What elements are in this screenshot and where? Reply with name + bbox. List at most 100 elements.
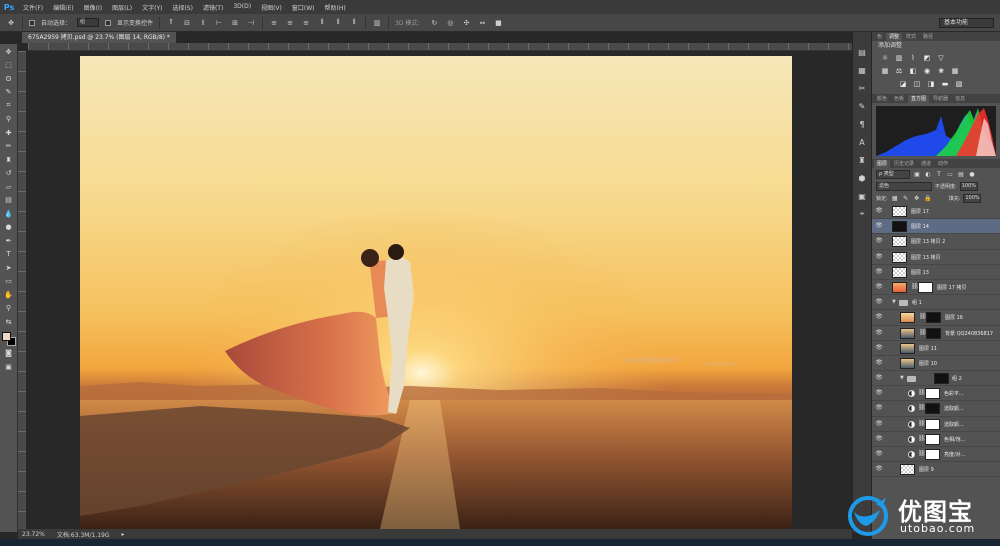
horizontal-ruler[interactable] (28, 43, 852, 51)
blur-tool-icon[interactable]: 💧 (3, 208, 15, 220)
history-icon[interactable]: ▤ (856, 46, 868, 58)
panel-tab[interactable]: 色 (874, 33, 885, 41)
3d-icon[interactable]: ⬢ (856, 172, 868, 184)
visibility-eye-icon[interactable]: 👁 (875, 465, 883, 473)
lock-image-icon[interactable]: ✎ (902, 194, 910, 202)
layer-thumbnail[interactable] (900, 312, 915, 324)
layer-row[interactable]: 👁 ⛓ 亮度/对... (872, 447, 1000, 463)
group-expand-icon[interactable]: ▼ (892, 299, 896, 305)
chain-link-icon[interactable]: ⛓ (919, 329, 927, 337)
eraser-tool-icon[interactable]: ▱ (3, 181, 15, 193)
layer-row[interactable]: 👁 图层 13 拷贝 2 (872, 234, 1000, 250)
vibrance-icon[interactable]: ▽ (936, 53, 946, 62)
visibility-eye-icon[interactable]: 👁 (875, 435, 883, 443)
layer-row[interactable]: 👁 ⛓ 色相/饱... (872, 432, 1000, 447)
auto-select-checkbox[interactable] (29, 19, 35, 26)
panel-tab[interactable]: 动作 (935, 160, 951, 168)
fill-input[interactable]: 100% (963, 193, 982, 203)
paragraph-icon[interactable]: ¶ (856, 118, 868, 130)
swap-colors-icon[interactable]: ⇆ (3, 316, 15, 328)
lock-all-icon[interactable]: 🔒 (924, 194, 932, 202)
chain-link-icon[interactable]: ⛓ (918, 404, 926, 412)
chain-link-icon[interactable]: ⛓ (918, 420, 926, 428)
distribute-left-icon[interactable]: ⦀ (317, 18, 327, 28)
visibility-eye-icon[interactable]: 👁 (875, 359, 883, 367)
panel-tab[interactable]: 信息 (952, 95, 968, 103)
layer-row[interactable]: 👁 ⛓ 图层 17 拷贝 (872, 280, 1000, 296)
layer-thumbnail[interactable] (892, 251, 907, 263)
layer-row[interactable]: 👁 图层 13 (872, 265, 1000, 280)
layer-row[interactable]: 👁 图层 14 (872, 219, 1000, 235)
filter-adjust-icon[interactable]: ◐ (924, 170, 932, 178)
visibility-eye-icon[interactable]: 👁 (875, 207, 883, 215)
menu-item[interactable]: 帮助(H) (320, 3, 351, 12)
properties-icon[interactable]: ▦ (856, 64, 868, 76)
layer-thumbnail[interactable] (892, 266, 907, 278)
layer-mask-thumbnail[interactable] (926, 312, 941, 324)
layer-mask-thumbnail[interactable] (925, 403, 940, 415)
status-menu-arrow-icon[interactable]: ▸ (121, 531, 124, 538)
layer-row[interactable]: 👁 ⛓ 图层 16 (872, 310, 1000, 326)
layer-mask-thumbnail[interactable] (925, 433, 940, 445)
threshold-icon[interactable]: ◨ (926, 79, 936, 88)
menu-item[interactable]: 图像(I) (79, 3, 107, 12)
panel-tab[interactable]: 图层 (874, 160, 891, 168)
visibility-eye-icon[interactable]: 👁 (875, 389, 883, 397)
layer-row[interactable]: 👁 图层 10 (872, 356, 1000, 372)
visibility-eye-icon[interactable]: 👁 (875, 313, 883, 321)
layer-thumbnail[interactable] (892, 236, 907, 248)
filter-pixel-icon[interactable]: ▣ (913, 170, 921, 178)
tools-preset-icon[interactable]: ✂ (856, 82, 868, 94)
hue-saturation-icon[interactable]: ▦ (880, 66, 890, 75)
visibility-eye-icon[interactable]: 👁 (875, 298, 883, 306)
quick-select-tool-icon[interactable]: ✎ (3, 87, 15, 99)
align-right-icon[interactable]: ⊣ (246, 18, 256, 28)
visibility-eye-icon[interactable]: 👁 (875, 420, 883, 428)
visibility-eye-icon[interactable]: 👁 (875, 237, 883, 245)
lasso-tool-icon[interactable]: ʘ (3, 73, 15, 85)
visibility-eye-icon[interactable]: 👁 (875, 222, 883, 230)
filter-shape-icon[interactable]: ▭ (946, 170, 954, 178)
panel-tab[interactable]: 调整 (886, 33, 903, 41)
photo-filter-icon[interactable]: ◉ (922, 66, 932, 75)
auto-align-icon[interactable]: ▥ (372, 18, 382, 28)
menu-item[interactable]: 视图(V) (256, 3, 287, 12)
align-middle-icon[interactable]: ⊟ (182, 18, 192, 28)
screen-mode-icon[interactable]: ▣ (3, 361, 15, 373)
layer-row[interactable]: 👁 ▼ 组 1 (872, 295, 1000, 311)
dodge-tool-icon[interactable]: ● (3, 222, 15, 234)
layer-thumbnail[interactable] (892, 221, 907, 233)
layer-row[interactable]: 👁 ⛓ 选取颜... (872, 401, 1000, 417)
group-expand-icon[interactable]: ▼ (900, 375, 904, 381)
lock-transparent-icon[interactable]: ▦ (891, 194, 899, 202)
layer-mask-thumbnail[interactable] (925, 449, 940, 460)
distribute-top-icon[interactable]: ≡ (269, 18, 279, 28)
layer-thumbnail[interactable] (900, 464, 915, 476)
brightness-icon[interactable]: ☼ (880, 53, 890, 62)
3d-roll-icon[interactable]: ◎ (445, 18, 455, 28)
menu-item[interactable]: 编辑(E) (48, 3, 78, 12)
visibility-eye-icon[interactable]: 👁 (875, 253, 883, 261)
visibility-eye-icon[interactable]: 👁 (875, 450, 883, 458)
color-swatches[interactable] (1, 331, 16, 346)
menu-item[interactable]: 图层(L) (107, 3, 137, 12)
align-bottom-icon[interactable]: ⫫ (198, 18, 208, 28)
3d-scale-icon[interactable]: ■ (493, 18, 503, 28)
clone-source-icon[interactable]: ♜ (856, 154, 868, 166)
panel-tab[interactable]: 直方图 (908, 95, 930, 103)
distribute-middle-icon[interactable]: ≡ (285, 18, 295, 28)
posterize-icon[interactable]: ◫ (912, 79, 922, 88)
chain-link-icon[interactable]: ⛓ (918, 389, 926, 397)
align-top-icon[interactable]: ⫪ (166, 18, 176, 28)
filter-type-icon[interactable]: T (935, 170, 943, 178)
distribute-center-icon[interactable]: ⦀ (333, 18, 343, 28)
document-tab[interactable]: 675A2959 拷贝.psd @ 23.7% (图层 14, RGB/8) * (22, 32, 176, 43)
panel-tab[interactable]: 样式 (903, 33, 919, 41)
quick-mask-icon[interactable]: ◙ (3, 348, 15, 360)
brush-icon[interactable]: ✎ (856, 100, 868, 112)
canvas-photo[interactable] (80, 56, 792, 529)
3d-slide-icon[interactable]: ⇔ (477, 18, 487, 28)
align-left-icon[interactable]: ⊢ (214, 18, 224, 28)
chain-link-icon[interactable]: ⛓ (911, 283, 919, 291)
hand-tool-icon[interactable]: ✋ (3, 289, 15, 301)
